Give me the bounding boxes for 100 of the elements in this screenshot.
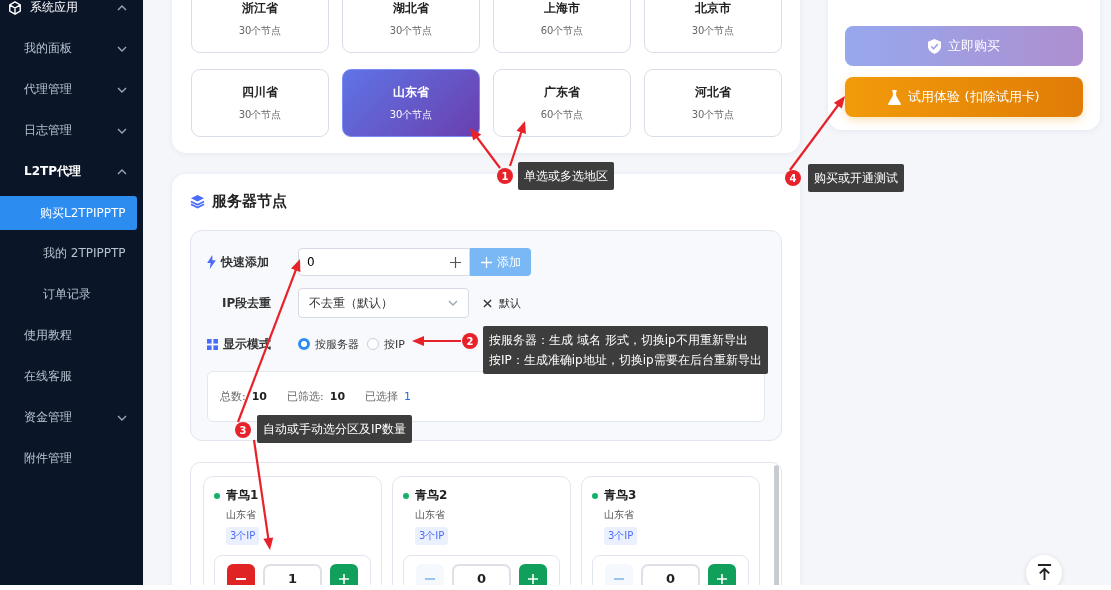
minus-icon [613,577,624,580]
decrement-button[interactable] [227,564,255,585]
plus-icon [480,256,492,268]
province-label: 山东省 [226,508,256,522]
sidebar-item[interactable]: 代理管理 [0,69,143,110]
chevron-down-icon [117,414,127,421]
plus-icon[interactable] [450,256,461,268]
stat-value: 10 [251,390,268,403]
region-option[interactable]: 北京市 30个节点 [644,0,782,53]
reset-button[interactable]: 默认 [477,294,527,312]
node-name: 青鸟1 [226,487,259,504]
node-count: 30个节点 [389,24,433,38]
sidebar-item[interactable]: 资金管理 [0,397,143,438]
ip-count-tag: 3个IP [226,527,260,545]
increment-button[interactable] [330,564,358,585]
chevron-down-icon [117,86,127,93]
annotation-arrow [412,336,461,346]
chevron-down-icon [117,127,127,134]
stat-label: 总数: [220,389,246,404]
sidebar-item[interactable]: 附件管理 [0,438,143,479]
field-label: 快速添加 [221,253,269,271]
quantity-field[interactable]: 0 [298,248,470,276]
region-option[interactable]: 四川省 30个节点 [191,69,329,137]
quantity-field[interactable]: 0 [640,564,701,585]
sidebar-group[interactable]: 系统应用 [0,0,143,28]
cube-icon [8,0,22,15]
annotation-tooltip: 按服务器：生成 域名 形式，切换ip不用重新导出 按IP：生成准确ip地址，切换ip需要在后台重新导出 [483,326,768,374]
region-option[interactable]: 河北省 30个节点 [644,69,782,137]
region-name: 浙江省 [242,0,278,17]
province-label: 山东省 [604,508,634,522]
annotation-tooltip: 自动或手动选分区及IP数量 [257,415,412,443]
node-card[interactable]: 青鸟3 山东省 3个IP 0 [581,476,760,585]
plus-icon [717,573,728,584]
node-card[interactable]: 青鸟1 山东省 3个IP 1 [203,476,382,585]
stat-label: 已筛选: [287,389,324,404]
minus-icon [235,577,246,580]
node-count: 30个节点 [238,24,282,38]
stat-label: 已选择 [365,389,399,404]
sidebar-item[interactable]: 我的 2TPIPPTP [0,233,143,274]
region-option[interactable]: 广东省 60个节点 [493,69,631,137]
chevron-up-icon [117,168,127,175]
annotation-arrow [470,128,501,169]
ip-count-tag: 3个IP [415,527,449,545]
region-name: 上海市 [544,0,580,17]
ip-count-tag: 3个IP [604,527,638,545]
close-icon [483,298,492,308]
section-title: 服务器节点 [212,192,287,211]
flask-icon [888,89,902,105]
region-name: 广东省 [544,84,580,101]
node-count: 30个节点 [691,24,735,38]
node-name: 青鸟3 [604,487,637,504]
chevron-up-icon [117,4,127,11]
region-name: 北京市 [695,0,731,17]
stat-value: 10 [329,390,346,403]
layers-icon [190,194,205,209]
node-count: 30个节点 [389,108,433,122]
dedupe-select[interactable]: 不去重（默认） [298,288,469,318]
radio-icon[interactable] [298,338,310,350]
region-name: 四川省 [242,84,278,101]
sidebar-item[interactable]: 我的面板 [0,28,143,69]
node-count: 30个节点 [691,108,735,122]
node-count: 30个节点 [238,108,282,122]
minus-icon [424,577,435,580]
increment-button[interactable] [519,564,547,585]
node-count: 60个节点 [540,24,584,38]
region-option[interactable]: 湖北省 30个节点 [342,0,480,53]
sidebar-item[interactable]: 订单记录 [0,274,143,315]
scrollbar[interactable] [774,465,779,585]
increment-button[interactable] [708,564,736,585]
sidebar-item[interactable]: 使用教程 [0,315,143,356]
province-label: 山东省 [415,508,445,522]
step-number: 4 [785,170,801,186]
back-to-top-button[interactable] [1026,555,1062,585]
chevron-down-icon [448,300,458,306]
shield-check-icon [928,38,941,54]
region-name: 山东省 [393,84,429,101]
region-option[interactable]: 山东省 30个节点 [342,69,480,137]
sidebar-item[interactable]: 在线客服 [0,356,143,397]
plus-icon [339,573,350,584]
arrow-up-icon [1036,564,1052,581]
annotation-tooltip: 单选或多选地区 [518,162,614,190]
radio-option[interactable]: 按IP [367,336,405,352]
quantity-field[interactable]: 0 [451,564,512,585]
node-name: 青鸟2 [415,487,448,504]
quantity-field[interactable]: 1 [262,564,323,585]
region-name: 湖北省 [393,0,429,17]
field-label: IP段去重 [222,294,272,312]
region-option[interactable]: 上海市 60个节点 [493,0,631,53]
grid-icon [207,338,218,350]
node-card[interactable]: 青鸟2 山东省 3个IP 0 [392,476,571,585]
sidebar-item[interactable]: L2TP代理 [0,151,143,192]
region-name: 河北省 [695,84,731,101]
plus-icon [528,573,539,584]
region-option[interactable]: 浙江省 30个节点 [191,0,329,53]
radio-option[interactable]: 按服务器 [298,336,359,352]
step-number: 1 [497,168,513,184]
radio-icon[interactable] [367,338,379,350]
sidebar-item[interactable]: 日志管理 [0,110,143,151]
node-count: 60个节点 [540,108,584,122]
chevron-down-icon [117,45,127,52]
